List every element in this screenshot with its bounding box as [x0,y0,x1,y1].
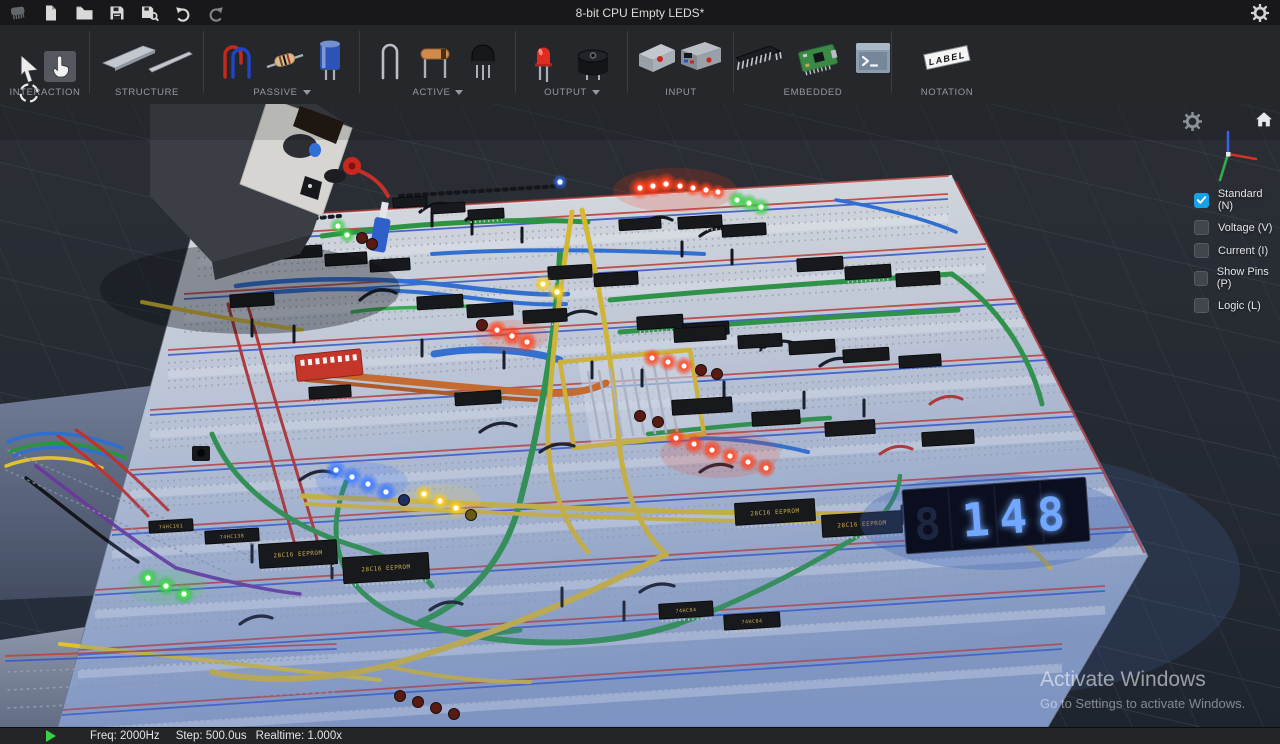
diode-tool-button[interactable] [413,32,457,84]
axis-gizmo[interactable] [1200,126,1260,193]
dropdown-caret-icon[interactable] [455,90,463,95]
status-step: Step: 500.0us [176,730,247,742]
led[interactable] [477,320,488,331]
svg-text:74HC04: 74HC04 [675,607,696,614]
crumb-app-window: 8-bit CPU Empty LEDS* [0,0,1280,744]
breadboard-scene[interactable]: 74HC16174HC13828C16 EEPROM28C16 EEPROM28… [0,104,1280,727]
toolbar-group-active: ACTIVE [360,25,516,104]
breadboard-strip-tool-button[interactable] [97,33,197,83]
open-file-button[interactable] [74,3,94,23]
ic-chip[interactable]: 28C16 EEPROM [342,552,430,585]
ic-chip-tool-button[interactable] [730,32,786,84]
seven-segment-ghost-digit: 8 [912,498,942,551]
view-option-standard[interactable]: Standard (N) [1194,188,1280,212]
led[interactable] [357,233,368,244]
save-as-button[interactable] [140,3,160,23]
toolbar-group-label: PASSIVE [253,87,297,98]
led[interactable] [367,239,378,250]
led[interactable] [653,417,664,428]
new-file-button[interactable] [41,3,61,23]
view-options-panel: Standard (N) Voltage (V) Current (I) Sho… [1194,188,1280,321]
play-icon[interactable] [46,730,56,742]
toolbar-group-passive: PASSIVE [204,25,360,104]
transistor-tool-button[interactable] [463,32,503,84]
toolbar-group-label: OUTPUT [544,87,587,98]
led-tool-button[interactable] [525,32,561,84]
redo-button[interactable] [206,3,226,23]
view-option-show-pins[interactable]: Show Pins (P) [1194,266,1280,290]
toolbar-group-structure: STRUCTURE [90,25,204,104]
toolbar-group-label: INPUT [665,87,697,98]
checkbox-unchecked-icon[interactable] [1194,298,1209,313]
led[interactable] [413,697,424,708]
svg-text:74HC04: 74HC04 [741,618,762,625]
toolbar-group-label: STRUCTURE [115,87,179,98]
buzzer-tool-button[interactable] [567,32,619,84]
toolbar-group-notation: LABEL NOTATION [892,25,1002,104]
toolbar-group-label: INTERACTION [10,87,81,98]
resistor-tool-button[interactable] [263,33,307,83]
save-button[interactable] [107,3,127,23]
toolbar-group-label: NOTATION [921,87,973,98]
led[interactable] [431,703,442,714]
seven-segment-display[interactable]: 8 148 [902,477,1090,554]
capacitor-tool-button[interactable] [313,32,347,84]
toolbar-group-embedded: EMBEDDED [734,25,892,104]
toolbar-group-label: ACTIVE [413,87,451,98]
view-option-label: Voltage (V) [1218,222,1272,234]
settings-gear-icon[interactable] [1250,3,1270,23]
dropdown-caret-icon[interactable] [303,90,311,95]
view-option-label: Standard (N) [1218,188,1280,212]
scene-viewport[interactable]: 74HC16174HC13828C16 EEPROM28C16 EEPROM28… [0,104,1280,727]
toolbar-group-output: OUTPUT [516,25,628,104]
status-realtime: Realtime: 1.000x [256,730,342,742]
status-frequency: Freq: 2000Hz [90,730,160,742]
dev-board-tool-button[interactable] [792,32,844,84]
checkbox-checked-icon[interactable] [1194,193,1209,208]
view-option-label: Show Pins (P) [1217,266,1280,290]
wire-link-tool-button[interactable] [373,32,407,84]
banana-jack-black[interactable] [324,169,346,183]
led[interactable] [395,691,406,702]
input-module-tool-button[interactable] [635,32,727,84]
led[interactable] [466,510,477,521]
toolbar-group-label: EMBEDDED [784,87,843,98]
led[interactable] [399,495,410,506]
view-option-label: Current (I) [1218,245,1268,257]
push-button[interactable] [192,446,210,461]
cursor-tool-button[interactable] [16,53,42,83]
view-option-label: Logic (L) [1218,300,1261,312]
led[interactable] [449,709,460,720]
terminal-tool-button[interactable] [850,35,896,81]
checkbox-unchecked-icon[interactable] [1194,271,1208,286]
app-logo-icon [8,3,28,23]
led[interactable] [635,411,646,422]
titlebar: 8-bit CPU Empty LEDS* [0,0,1280,25]
view-option-voltage[interactable]: Voltage (V) [1194,220,1280,235]
view-option-current[interactable]: Current (I) [1194,243,1280,258]
simulation-status-bar: Freq: 2000Hz Step: 500.0us Realtime: 1.0… [0,727,1280,744]
led[interactable] [712,369,723,380]
dropdown-caret-icon[interactable] [592,90,600,95]
checkbox-unchecked-icon[interactable] [1194,220,1209,235]
jumper-wire-tool-button[interactable] [217,33,257,83]
led[interactable] [696,365,707,376]
component-toolbar: INTERACTION STRUCTURE [0,25,1280,104]
label-tool-button[interactable]: LABEL [918,35,976,81]
undo-button[interactable] [173,3,193,23]
checkbox-unchecked-icon[interactable] [1194,243,1209,258]
seven-segment-value: 148 [960,486,1077,548]
toolbar-group-input: INPUT [628,25,734,104]
toolbar-group-interaction: INTERACTION [0,25,90,104]
view-option-logic[interactable]: Logic (L) [1194,298,1280,313]
hand-tool-button[interactable] [44,51,76,82]
